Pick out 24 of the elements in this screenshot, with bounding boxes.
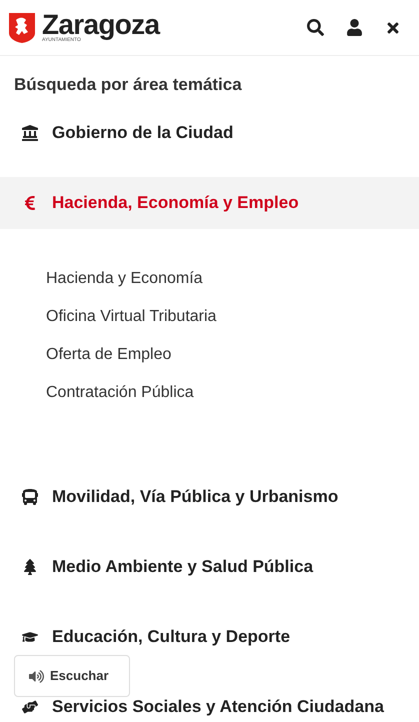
area-item[interactable]: Medio Ambiente y Salud Pública — [0, 532, 419, 602]
bus-icon — [22, 488, 38, 504]
subarea-link[interactable]: Contratación Pública — [0, 374, 419, 412]
euro-icon — [22, 194, 38, 210]
tree-icon — [22, 558, 38, 574]
search-icon — [307, 19, 324, 36]
logo-shield-icon — [8, 12, 36, 44]
area-item[interactable]: Hacienda, Economía y Empleo — [0, 176, 419, 228]
close-icon — [385, 20, 401, 36]
area-item[interactable]: Movilidad, Vía Pública y Urbanismo — [0, 462, 419, 532]
listen-button[interactable]: Escuchar — [14, 655, 130, 697]
search-button[interactable] — [307, 19, 324, 36]
subarea-link[interactable]: Oficina Virtual Tributaria — [0, 298, 419, 336]
subarea-link[interactable]: Hacienda y Economía — [0, 260, 419, 298]
landmark-icon — [22, 124, 38, 140]
logo-title: Zaragoza — [42, 12, 160, 38]
helping-hands-icon — [22, 698, 38, 714]
section-heading: Búsqueda por área temática — [13, 74, 243, 96]
subarea-link[interactable]: Oferta de Empleo — [0, 336, 419, 374]
user-button[interactable] — [346, 19, 363, 36]
close-button[interactable] — [385, 20, 401, 36]
speaker-icon — [29, 668, 44, 684]
user-icon — [346, 19, 363, 36]
area-item[interactable]: Gobierno de la Ciudad — [0, 98, 419, 168]
